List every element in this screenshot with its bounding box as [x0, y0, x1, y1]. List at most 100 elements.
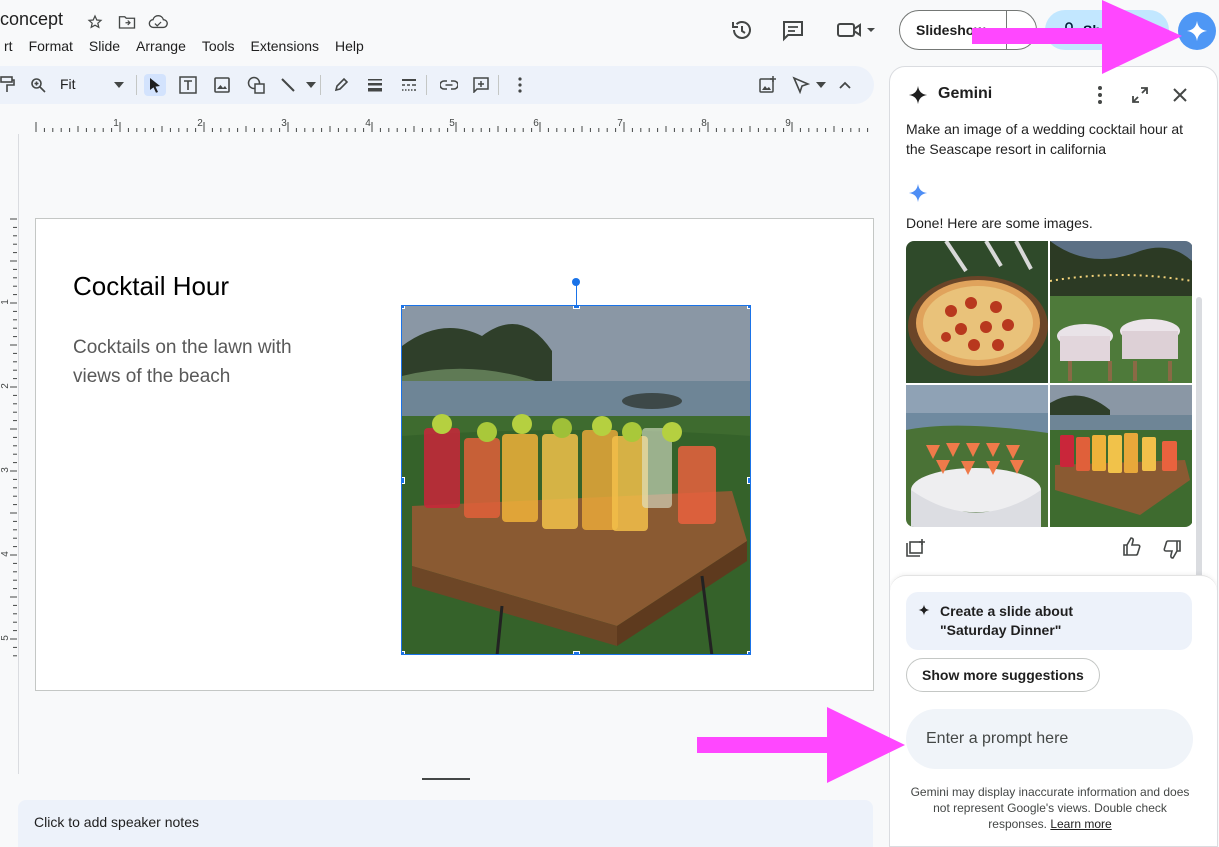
link-icon[interactable] [438, 74, 460, 96]
ruler-label: 8 [701, 118, 707, 129]
select-cursor-icon[interactable] [144, 74, 166, 96]
chevron-up-icon[interactable] [834, 74, 856, 96]
suggestions-area: Create a slide about "Saturday Dinner" S… [890, 575, 1217, 846]
resize-handle[interactable] [747, 306, 750, 309]
show-more-suggestions-button[interactable]: Show more suggestions [906, 658, 1100, 692]
horizontal-ruler[interactable]: 1 2 3 4 5 6 7 8 9 [30, 112, 870, 134]
ruler-label: 4 [365, 118, 371, 129]
resize-handle[interactable] [573, 651, 580, 654]
document-title[interactable]: concept [0, 9, 63, 30]
more-options-icon[interactable] [509, 74, 531, 96]
thumbs-up-icon[interactable] [1122, 537, 1142, 562]
annotation-arrow-bottom [697, 707, 905, 783]
menu-slide[interactable]: Slide [81, 37, 128, 55]
reception-tables-image [1050, 241, 1192, 383]
beach-cocktail-table-image [906, 385, 1048, 527]
suggestion-line-2: "Saturday Dinner" [940, 622, 1062, 638]
move-folder-icon[interactable] [117, 12, 137, 32]
resize-handle[interactable] [747, 651, 750, 654]
generated-image[interactable] [1050, 385, 1192, 527]
insert-image-plus-icon[interactable] [757, 74, 779, 96]
menu-tools[interactable]: Tools [194, 37, 243, 55]
resize-handle[interactable] [573, 306, 580, 309]
slide-body-text[interactable]: Cocktails on the lawn with views of the … [73, 333, 333, 391]
insert-image-icon[interactable] [211, 74, 233, 96]
sparkle-icon [1186, 20, 1208, 42]
speaker-notes[interactable]: Click to add speaker notes [18, 800, 873, 847]
ruler-label: 7 [617, 118, 623, 129]
zoom-value[interactable]: Fit [60, 76, 76, 92]
rotate-handle[interactable] [572, 278, 580, 286]
panel-title: Gemini [938, 85, 993, 102]
border-dash-icon[interactable] [398, 74, 420, 96]
gemini-panel: Gemini Make an image of a wedding cockta… [889, 66, 1218, 847]
thumbs-down-icon[interactable] [1162, 539, 1182, 564]
ruler-label: 6 [533, 118, 539, 129]
ruler-label: 1 [0, 299, 11, 305]
meet-icon[interactable] [835, 18, 877, 42]
notes-resize-handle[interactable] [422, 778, 470, 780]
vertical-ruler[interactable]: 1 2 3 4 5 [0, 215, 18, 665]
insert-images-icon[interactable] [906, 539, 926, 562]
zoom-icon[interactable] [27, 74, 49, 96]
cocktails-image [402, 306, 750, 654]
more-vert-icon[interactable] [1088, 83, 1112, 107]
generated-image[interactable] [906, 241, 1048, 383]
menu-help[interactable]: Help [327, 37, 372, 55]
shape-icon[interactable] [245, 74, 267, 96]
generated-image[interactable] [1050, 241, 1192, 383]
gemini-sparkle-icon [906, 83, 930, 107]
menu-bar: rt Format Slide Arrange Tools Extensions… [0, 37, 372, 55]
version-history-icon[interactable] [730, 18, 754, 42]
rotate-handle-stem [576, 283, 577, 305]
pizza-image [906, 241, 1048, 383]
ruler-label: 3 [0, 467, 11, 473]
pen-select-icon[interactable] [790, 74, 812, 96]
suggestion-chip[interactable]: Create a slide about "Saturday Dinner" [906, 592, 1192, 650]
learn-more-link[interactable]: Learn more [1050, 817, 1111, 831]
ruler-label: 5 [0, 635, 11, 641]
slide-title[interactable]: Cocktail Hour [73, 271, 229, 302]
expand-icon[interactable] [1128, 83, 1152, 107]
resize-handle[interactable] [402, 477, 405, 484]
paint-format-icon[interactable] [0, 74, 18, 96]
response-text: Done! Here are some images. [906, 215, 1093, 231]
menu-extensions[interactable]: Extensions [243, 37, 327, 55]
text-box-icon[interactable] [177, 74, 199, 96]
ruler-label: 3 [281, 118, 287, 129]
menu-format[interactable]: Format [21, 37, 81, 55]
menu-insert[interactable]: rt [0, 37, 21, 55]
star-icon[interactable] [85, 12, 105, 32]
resize-handle[interactable] [747, 477, 750, 484]
line-icon[interactable] [277, 74, 299, 96]
cocktails-on-wood-table-image [1050, 385, 1192, 527]
user-prompt-message: Make an image of a wedding cocktail hour… [906, 121, 1184, 157]
prompt-input[interactable] [906, 709, 1193, 769]
generated-image[interactable] [906, 385, 1048, 527]
resize-handle[interactable] [402, 651, 405, 654]
ruler-label: 1 [113, 118, 119, 129]
panel-scrollbar[interactable] [1196, 297, 1202, 587]
suggestion-line-1: Create a slide about [940, 603, 1074, 619]
menu-arrange[interactable]: Arrange [128, 37, 194, 55]
canvas-left-edge [18, 134, 19, 774]
toolbar-divider [498, 75, 499, 95]
cocktails-photo[interactable] [401, 305, 751, 655]
gemini-response-sparkle-icon [908, 183, 928, 208]
line-dropdown-icon[interactable] [300, 74, 322, 96]
add-comment-icon[interactable] [470, 74, 492, 96]
ruler-label: 2 [197, 118, 203, 129]
ruler-label: 4 [0, 551, 11, 557]
cloud-saved-icon[interactable] [148, 12, 168, 32]
ruler-label: 9 [785, 118, 791, 129]
comments-icon[interactable] [781, 18, 805, 42]
border-weight-icon[interactable] [364, 74, 386, 96]
close-icon[interactable] [1168, 83, 1192, 107]
border-color-icon[interactable] [330, 74, 352, 96]
annotation-arrow-top [972, 0, 1182, 74]
resize-handle[interactable] [402, 306, 405, 309]
zoom-dropdown-icon[interactable] [108, 74, 130, 96]
pen-dropdown-icon[interactable] [810, 74, 832, 96]
toolbar-divider [136, 75, 137, 95]
ruler-label: 2 [0, 383, 11, 389]
